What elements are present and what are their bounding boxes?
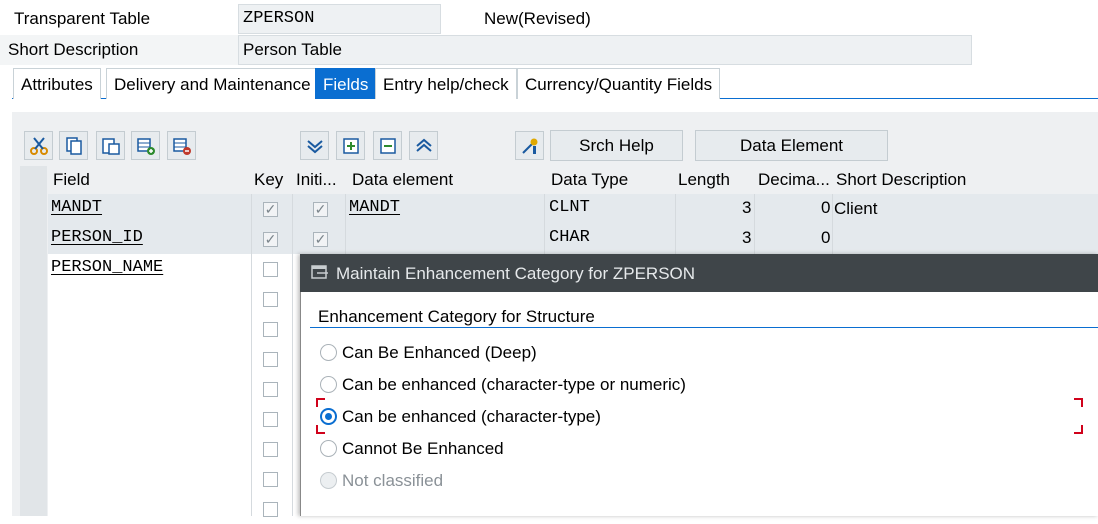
col-decimals[interactable]: Decima... — [758, 168, 830, 192]
key-checkbox[interactable] — [263, 442, 278, 457]
delete-row-icon[interactable] — [167, 131, 196, 160]
col-key[interactable]: Key — [254, 168, 283, 192]
field-name-cell[interactable]: PERSON_NAME — [51, 253, 163, 283]
length-cell: 3 — [742, 198, 752, 217]
option-label: Can be enhanced (character-type or numer… — [342, 375, 686, 394]
length-cell: 3 — [742, 228, 752, 247]
col-field[interactable]: Field — [53, 168, 90, 192]
col-separator — [345, 194, 346, 254]
col-separator — [675, 194, 676, 254]
srch-help-button[interactable]: Srch Help — [550, 130, 683, 161]
key-checkbox[interactable] — [263, 382, 278, 397]
tab-entry-help-check[interactable]: Entry help/check — [375, 68, 517, 99]
paste-icon[interactable] — [96, 131, 125, 160]
option-label: Not classified — [342, 471, 444, 490]
table-type-label: Transparent Table — [14, 9, 151, 28]
tab-attributes[interactable]: Attributes — [13, 68, 101, 99]
data-element-button[interactable]: Data Element — [695, 130, 888, 161]
option-label: Can be enhanced (character-type) — [342, 407, 601, 426]
radio-character-type-or-numeric[interactable] — [320, 376, 337, 393]
key-checkbox[interactable]: ✓ — [263, 232, 278, 247]
dialog-section-line — [310, 327, 1098, 328]
filter-up-icon[interactable] — [409, 131, 438, 160]
col-length[interactable]: Length — [678, 168, 730, 192]
copy-icon[interactable] — [59, 131, 88, 160]
short-description-cell: Client — [834, 199, 878, 218]
dialog-title: Maintain Enhancement Category for ZPERSO… — [336, 264, 696, 283]
col-data-element[interactable]: Data element — [352, 168, 453, 192]
col-separator — [832, 194, 833, 254]
option-label: Can Be Enhanced (Deep) — [342, 343, 537, 362]
focus-corner — [1074, 398, 1083, 407]
expand-icon[interactable] — [336, 131, 365, 160]
filter-down-icon[interactable] — [300, 131, 329, 160]
insert-row-icon[interactable] — [131, 131, 160, 160]
row-selector-column — [20, 166, 47, 516]
short-desc-field[interactable]: Person Table — [238, 35, 972, 65]
focus-corner — [316, 425, 325, 434]
dialog-section-title: Enhancement Category for Structure — [318, 307, 595, 326]
key-checkbox[interactable] — [263, 472, 278, 487]
initial-checkbox[interactable]: ✓ — [313, 232, 328, 247]
key-checkbox[interactable] — [263, 412, 278, 427]
short-desc-label: Short Description — [8, 40, 139, 59]
collapse-icon[interactable] — [373, 131, 402, 160]
initial-checkbox[interactable]: ✓ — [313, 202, 328, 217]
col-separator — [251, 194, 252, 516]
table-name-field[interactable]: ZPERSON — [238, 4, 441, 34]
key-checkbox[interactable] — [263, 262, 278, 277]
focus-corner — [1074, 425, 1083, 434]
col-initial[interactable]: Initi... — [296, 168, 337, 192]
focus-corner — [316, 398, 325, 407]
col-separator — [754, 194, 755, 254]
status-text: New(Revised) — [484, 9, 591, 28]
key-checkbox[interactable] — [263, 352, 278, 367]
option-label: Cannot Be Enhanced — [342, 439, 504, 458]
decimals-cell: 0 — [821, 228, 831, 247]
col-short-description[interactable]: Short Description — [836, 168, 966, 192]
key-checkbox[interactable]: ✓ — [263, 202, 278, 217]
key-checkbox[interactable] — [263, 502, 278, 517]
tab-delivery-maintenance[interactable]: Delivery and Maintenance — [106, 68, 319, 99]
data-type-cell: CLNT — [549, 198, 590, 217]
key-checkbox[interactable] — [263, 322, 278, 337]
radio-character-type[interactable] — [320, 408, 337, 425]
tab-currency-quantity-fields[interactable]: Currency/Quantity Fields — [517, 68, 721, 99]
radio-not-classified — [320, 472, 337, 489]
predefined-type-icon[interactable] — [515, 131, 544, 160]
cut-icon[interactable] — [24, 131, 53, 160]
radio-cannot-be-enhanced[interactable] — [320, 440, 337, 457]
data-element-cell[interactable]: MANDT — [349, 193, 400, 223]
col-separator — [544, 194, 545, 254]
field-name-cell[interactable]: MANDT — [51, 193, 102, 223]
tab-fields[interactable]: Fields — [315, 68, 377, 99]
col-data-type[interactable]: Data Type — [551, 168, 628, 192]
field-name-cell[interactable]: PERSON_ID — [51, 223, 143, 253]
col-separator — [292, 194, 293, 516]
dialog-window-icon — [311, 265, 329, 286]
data-type-cell: CHAR — [549, 228, 590, 247]
key-checkbox[interactable] — [263, 292, 278, 307]
radio-can-be-enhanced-deep[interactable] — [320, 344, 337, 361]
decimals-cell: 0 — [821, 198, 831, 217]
